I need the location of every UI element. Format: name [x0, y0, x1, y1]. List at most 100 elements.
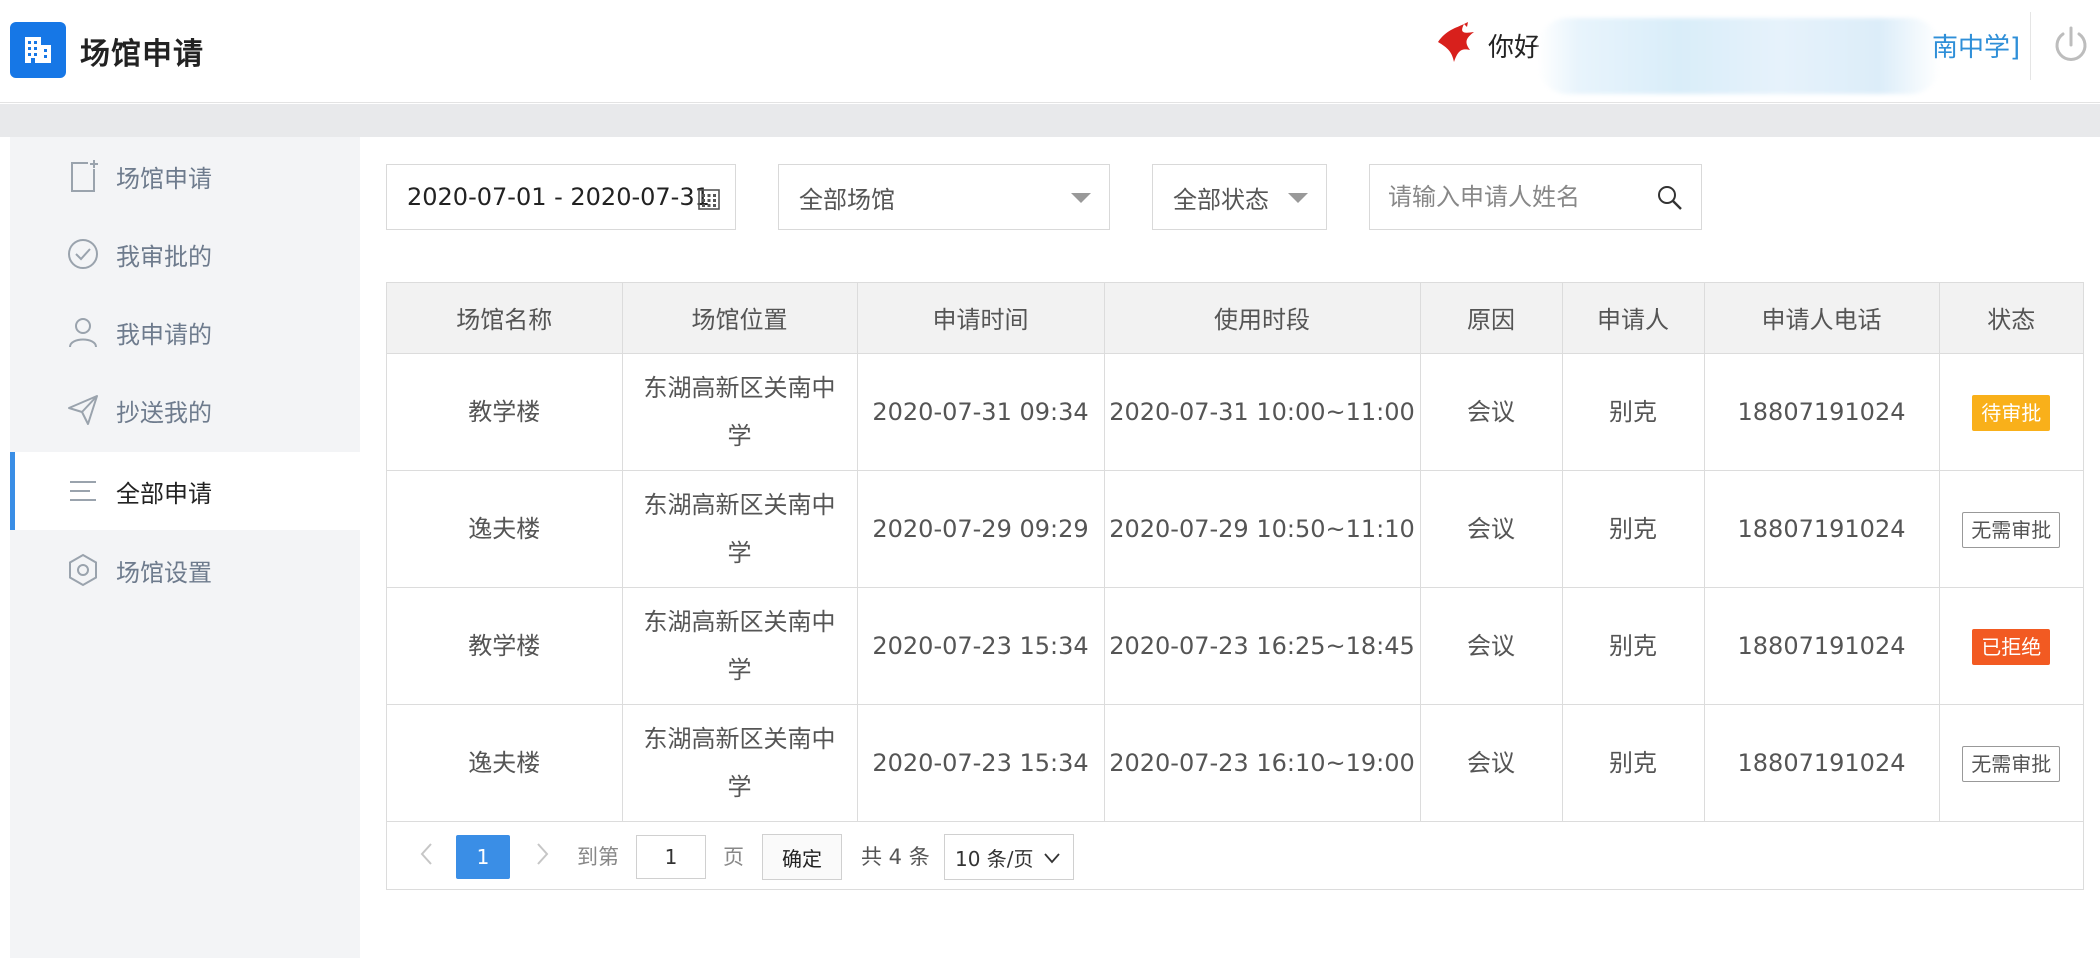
page-button-current[interactable]: 1 — [456, 835, 510, 879]
applications-table: 场馆名称 场馆位置 申请时间 使用时段 原因 申请人 申请人电话 状态 教学楼 … — [387, 283, 2083, 822]
caret-down-icon — [1288, 193, 1308, 203]
sidebar-item-label: 我申请的 — [116, 320, 212, 349]
reason-cell: 会议 — [1420, 587, 1563, 705]
chevron-left-icon[interactable] — [412, 839, 442, 869]
header-divider — [2030, 12, 2031, 80]
header-gray-strip — [0, 104, 2100, 137]
power-icon[interactable] — [2050, 24, 2092, 66]
reason-cell: 会议 — [1420, 470, 1563, 588]
calendar-icon — [698, 189, 720, 210]
sidebar-item-label: 抄送我的 — [116, 398, 212, 427]
usage-period-cell: 2020-07-29 10:50~11:10 — [1104, 470, 1421, 588]
page-unit-label: 页 — [723, 845, 744, 869]
greeting-text: 你好 — [1488, 33, 1541, 63]
reason-cell: 会议 — [1420, 704, 1563, 822]
venue-location-text: 东湖高新区关南中学 — [643, 724, 836, 801]
table-header-row: 场馆名称 场馆位置 申请时间 使用时段 原因 申请人 申请人电话 状态 — [387, 283, 2083, 354]
applicant-cell: 别克 — [1562, 470, 1705, 588]
sidebar-item-my-approvals[interactable]: 我审批的 — [10, 215, 360, 293]
phone-cell: 18807191024 — [1704, 353, 1940, 471]
search-icon[interactable] — [1655, 183, 1685, 213]
venue-location-text: 东湖高新区关南中学 — [643, 373, 836, 450]
check-circle-icon — [68, 239, 98, 269]
status-select[interactable]: 全部状态 — [1152, 164, 1327, 230]
redacted-username — [1538, 18, 1940, 94]
table-row[interactable]: 教学楼 东湖高新区关南中学 2020-07-23 15:34 2020-07-2… — [387, 587, 2083, 705]
applicant-cell: 别克 — [1562, 587, 1705, 705]
hexagon-settings-icon — [69, 553, 97, 587]
goto-label: 到第 — [577, 845, 619, 869]
applicant-search-input[interactable] — [1388, 183, 1648, 211]
sidebar: 场馆申请 我审批的 我申请的 抄送我的 全部申请 场馆设置 — [10, 137, 360, 958]
status-cell: 已拒绝 — [1939, 587, 2083, 705]
column-header[interactable]: 申请人电话 — [1704, 283, 1940, 354]
user-school-link[interactable]: 南中学] — [1932, 27, 2020, 64]
venue-select[interactable]: 全部场馆 — [778, 164, 1110, 230]
venue-location-text: 东湖高新区关南中学 — [643, 490, 836, 567]
date-range-picker[interactable]: 2020-07-01 - 2020-07-31 — [386, 164, 736, 230]
page-size-select[interactable]: 10 条/页 — [944, 834, 1074, 880]
sidebar-item-my-applications[interactable]: 我申请的 — [10, 293, 360, 371]
applied-time-cell: 2020-07-23 15:34 — [857, 587, 1105, 705]
venue-name-cell: 教学楼 — [387, 587, 623, 705]
goto-confirm-button[interactable]: 确定 — [762, 834, 842, 880]
venue-location-text: 东湖高新区关南中学 — [643, 607, 836, 684]
column-header[interactable]: 场馆名称 — [387, 283, 623, 354]
send-icon — [68, 395, 98, 425]
venue-name-cell: 逸夫楼 — [387, 704, 623, 822]
status-badge-no-approval[interactable]: 无需审批 — [1962, 511, 2061, 548]
building-logo-icon — [10, 22, 66, 78]
sidebar-item-label: 场馆申请 — [116, 164, 212, 193]
usage-period-cell: 2020-07-23 16:10~19:00 — [1104, 704, 1421, 822]
column-header[interactable]: 场馆位置 — [622, 283, 858, 354]
venue-name-cell: 逸夫楼 — [387, 470, 623, 588]
school-logo-bird-icon — [1438, 22, 1474, 62]
applications-table-panel: 场馆名称 场馆位置 申请时间 使用时段 原因 申请人 申请人电话 状态 教学楼 … — [386, 282, 2084, 890]
table-row[interactable]: 逸夫楼 东湖高新区关南中学 2020-07-23 15:34 2020-07-2… — [387, 704, 2083, 822]
phone-cell: 18807191024 — [1704, 587, 1940, 705]
status-select-value: 全部状态 — [1173, 185, 1269, 214]
sidebar-item-cc-me[interactable]: 抄送我的 — [10, 371, 360, 449]
sidebar-item-label: 场馆设置 — [116, 558, 212, 587]
usage-period-cell: 2020-07-23 16:25~18:45 — [1104, 587, 1421, 705]
applicant-cell: 别克 — [1562, 704, 1705, 822]
pagination: 1 到第 页 确定 共 4 条 10 条/页 — [387, 823, 2083, 889]
app-title: 场馆申请 — [80, 37, 204, 72]
sidebar-item-venue-settings[interactable]: 场馆设置 — [10, 531, 360, 609]
caret-down-icon — [1071, 193, 1091, 203]
status-badge-no-approval[interactable]: 无需审批 — [1962, 745, 2061, 782]
status-badge-rejected[interactable]: 已拒绝 — [1972, 628, 2051, 665]
column-header[interactable]: 使用时段 — [1104, 283, 1421, 354]
phone-cell: 18807191024 — [1704, 470, 1940, 588]
status-badge-pending[interactable]: 待审批 — [1972, 394, 2051, 431]
goto-page-input[interactable] — [636, 835, 706, 879]
venue-location-cell: 东湖高新区关南中学 — [622, 704, 858, 822]
column-header[interactable]: 申请时间 — [857, 283, 1105, 354]
usage-period-cell: 2020-07-31 10:00~11:00 — [1104, 353, 1421, 471]
table-row[interactable]: 教学楼 东湖高新区关南中学 2020-07-31 09:34 2020-07-3… — [387, 353, 2083, 471]
new-document-icon — [71, 160, 98, 192]
reason-cell: 会议 — [1420, 353, 1563, 471]
column-header[interactable]: 状态 — [1939, 283, 2083, 354]
chevron-down-icon — [1044, 853, 1060, 864]
status-cell: 待审批 — [1939, 353, 2083, 471]
venue-location-cell: 东湖高新区关南中学 — [622, 470, 858, 588]
applied-time-cell: 2020-07-29 09:29 — [857, 470, 1105, 588]
venue-location-cell: 东湖高新区关南中学 — [622, 587, 858, 705]
total-count-text: 共 4 条 — [861, 845, 930, 869]
list-icon — [70, 481, 96, 501]
chevron-right-icon[interactable] — [527, 839, 557, 869]
phone-cell: 18807191024 — [1704, 704, 1940, 822]
sidebar-item-label: 我审批的 — [116, 242, 212, 271]
user-icon — [69, 318, 97, 348]
sidebar-item-label: 全部申请 — [116, 479, 212, 508]
venue-location-cell: 东湖高新区关南中学 — [622, 353, 858, 471]
sidebar-item-all-applications[interactable]: 全部申请 — [10, 452, 360, 530]
column-header[interactable]: 申请人 — [1562, 283, 1705, 354]
date-range-value: 2020-07-01 - 2020-07-31 — [407, 183, 710, 211]
column-header[interactable]: 原因 — [1420, 283, 1563, 354]
sidebar-item-venue-apply[interactable]: 场馆申请 — [10, 137, 360, 215]
venue-select-value: 全部场馆 — [799, 185, 895, 214]
status-cell: 无需审批 — [1939, 704, 2083, 822]
table-row[interactable]: 逸夫楼 东湖高新区关南中学 2020-07-29 09:29 2020-07-2… — [387, 470, 2083, 588]
